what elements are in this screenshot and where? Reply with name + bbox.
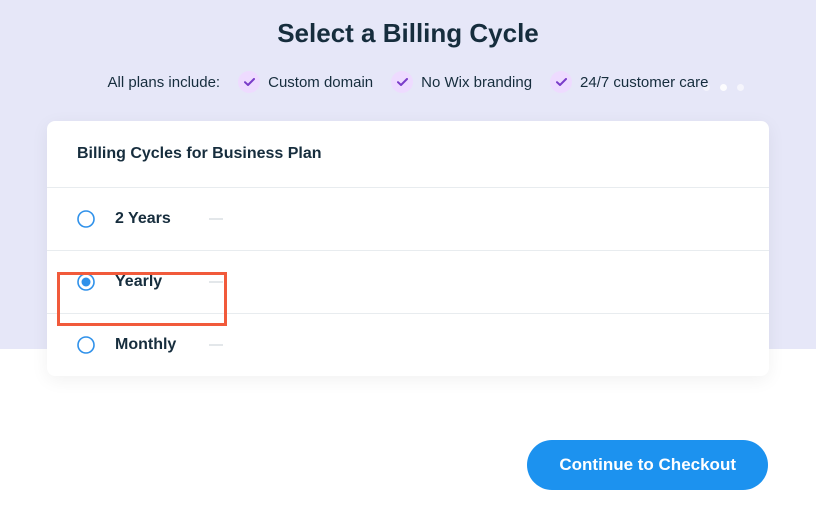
- inclusions-label: All plans include:: [108, 74, 221, 91]
- pricing-placeholder: [209, 344, 223, 346]
- continue-to-checkout-button[interactable]: Continue to Checkout: [527, 440, 768, 490]
- inclusion-label: 24/7 customer care: [580, 74, 708, 91]
- inclusion-item-support: 24/7 customer care: [550, 71, 708, 93]
- pricing-placeholder: [209, 281, 223, 283]
- billing-option-monthly[interactable]: Monthly: [47, 314, 769, 376]
- inclusion-item-custom-domain: Custom domain: [238, 71, 373, 93]
- option-label: Monthly: [115, 336, 185, 354]
- inclusion-item-no-branding: No Wix branding: [391, 71, 532, 93]
- option-label: Yearly: [115, 273, 185, 291]
- check-icon: [238, 71, 260, 93]
- radio-icon: [77, 273, 95, 291]
- option-label: 2 Years: [115, 210, 185, 228]
- pricing-placeholder: [209, 218, 223, 220]
- billing-option-2-years[interactable]: 2 Years: [47, 188, 769, 251]
- inclusion-label: Custom domain: [268, 74, 373, 91]
- check-icon: [391, 71, 413, 93]
- billing-cycle-card: Billing Cycles for Business Plan 2 Years…: [47, 121, 769, 376]
- card-title: Billing Cycles for Business Plan: [47, 121, 769, 188]
- radio-icon: [77, 336, 95, 354]
- plan-inclusions: All plans include: Custom domain No Wix …: [0, 71, 816, 93]
- inclusion-label: No Wix branding: [421, 74, 532, 91]
- check-icon: [550, 71, 572, 93]
- radio-icon: [77, 210, 95, 228]
- billing-option-yearly[interactable]: Yearly: [47, 251, 769, 314]
- page-title: Select a Billing Cycle: [0, 0, 816, 49]
